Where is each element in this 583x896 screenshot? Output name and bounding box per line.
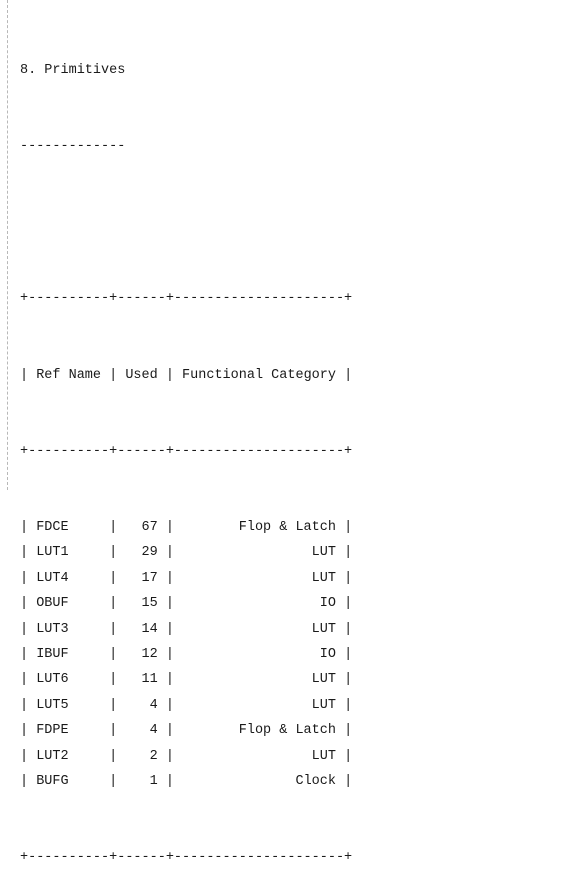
table-row: | LUT1 | 29 | LUT | [20, 545, 353, 561]
used-cell: 2 [149, 748, 158, 764]
column-header-functional-category: Functional Category [182, 367, 336, 383]
ref-name-cell: LUT3 [36, 621, 69, 637]
used-cell: 67 [141, 520, 158, 536]
table-row: | LUT5 | 4 | LUT | [20, 697, 353, 713]
ref-name-cell: LUT2 [36, 748, 69, 764]
functional-category-cell: Flop & Latch [238, 520, 336, 536]
ref-name-cell: LUT1 [36, 545, 69, 561]
table-border-top: +----------+------+---------------------… [20, 291, 353, 307]
primitives-report: 8. Primitives ------------- +----------+… [20, 7, 352, 896]
functional-category-cell: LUT [311, 697, 336, 713]
table-row: | FDPE | 4 | Flop & Latch | [20, 723, 353, 739]
functional-category-cell: IO [319, 596, 336, 612]
used-cell: 14 [141, 621, 158, 637]
ref-name-cell: FDPE [36, 723, 69, 739]
ref-name-cell: OBUF [36, 596, 69, 612]
ref-name-cell: LUT4 [36, 570, 69, 586]
ref-name-cell: LUT6 [36, 672, 69, 688]
column-header-used: Used [125, 367, 158, 383]
functional-category-cell: Flop & Latch [238, 723, 336, 739]
column-header-ref-name: Ref Name [36, 367, 102, 383]
used-cell: 4 [149, 723, 158, 739]
used-cell: 29 [141, 545, 158, 561]
ref-name-cell: LUT5 [36, 697, 69, 713]
section-title: 8. Primitives [20, 62, 126, 78]
editor-gutter-line [7, 0, 8, 490]
table-row: | BUFG | 1 | Clock | [20, 773, 353, 789]
used-cell: 4 [149, 697, 158, 713]
functional-category-cell: LUT [311, 621, 336, 637]
table-row: | FDCE | 67 | Flop & Latch | [20, 520, 353, 536]
ref-name-cell: FDCE [36, 520, 69, 536]
functional-category-cell: LUT [311, 748, 336, 764]
functional-category-cell: IO [319, 646, 336, 662]
functional-category-cell: Clock [295, 773, 336, 789]
used-cell: 1 [149, 773, 158, 789]
used-cell: 11 [141, 672, 158, 688]
ref-name-cell: IBUF [36, 646, 69, 662]
table-row: | LUT2 | 2 | LUT | [20, 748, 353, 764]
table-row: | IBUF | 12 | IO | [20, 646, 353, 662]
used-cell: 12 [141, 646, 158, 662]
table-row: | LUT3 | 14 | LUT | [20, 621, 353, 637]
functional-category-cell: LUT [311, 545, 336, 561]
used-cell: 15 [141, 596, 158, 612]
used-cell: 17 [141, 570, 158, 586]
table-row: | LUT4 | 17 | LUT | [20, 570, 353, 586]
table-body: | FDCE | 67 | Flop & Latch | | LUT1 | 29 … [20, 515, 352, 794]
table-border-header: +----------+------+---------------------… [20, 443, 353, 459]
table-header-row: | Ref Name | Used | Functional Category … [20, 367, 353, 383]
ref-name-cell: BUFG [36, 773, 69, 789]
table-border-bottom: +----------+------+---------------------… [20, 850, 353, 866]
functional-category-cell: LUT [311, 570, 336, 586]
section-underline: ------------- [20, 139, 126, 155]
table-row: | OBUF | 15 | IO | [20, 596, 353, 612]
functional-category-cell: LUT [311, 672, 336, 688]
table-row: | LUT6 | 11 | LUT | [20, 672, 353, 688]
